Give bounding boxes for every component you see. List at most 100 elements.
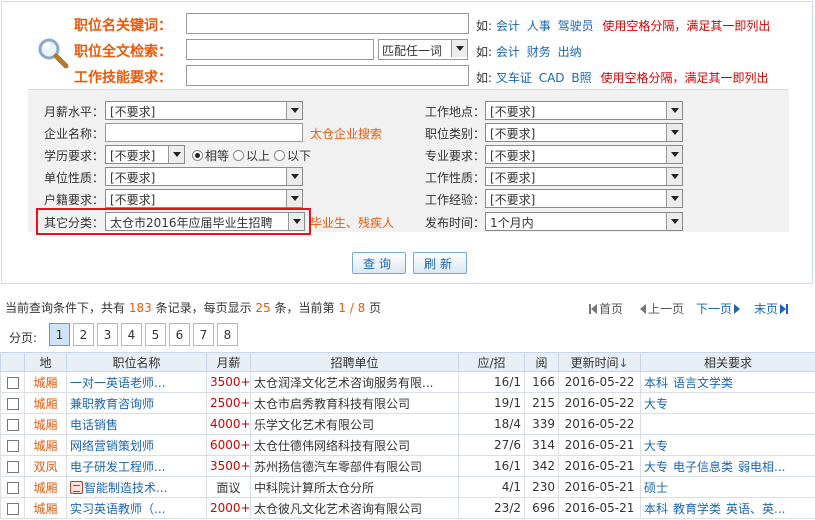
skill-example-2[interactable]: CAD <box>539 71 565 85</box>
page-button-6[interactable]: 6 <box>169 323 190 346</box>
requirement-tag[interactable]: 弱电相... <box>738 460 785 474</box>
row-checkbox[interactable] <box>6 502 19 515</box>
row-checkbox[interactable] <box>6 397 19 410</box>
radio-equal[interactable] <box>192 150 203 161</box>
last-page-link[interactable]: 末页 <box>754 300 789 317</box>
unit-select[interactable]: [不要求] <box>105 167 303 186</box>
requirement-tag[interactable]: 大专 <box>644 460 668 474</box>
row-select-cell <box>0 434 25 456</box>
match-mode-select[interactable]: 匹配任一词 <box>378 39 468 60</box>
next-page-link[interactable]: 下一页 <box>696 300 741 317</box>
skill-example-3[interactable]: B照 <box>571 71 591 85</box>
row-title-link[interactable]: 智能制造技术... <box>84 481 167 495</box>
requirement-tag[interactable]: 语言文学类 <box>673 376 733 390</box>
header-views[interactable]: 阅 <box>524 352 559 372</box>
keyword-example-2[interactable]: 人事 <box>527 19 551 33</box>
row-company[interactable]: 苏州扬信德汽车零部件有限公司 <box>250 455 459 477</box>
company-search-link[interactable]: 太仓企业搜索 <box>310 125 382 142</box>
row-company[interactable]: 乐学文化艺术有限公司 <box>250 413 459 435</box>
row-ratio: 27/6 <box>458 434 525 456</box>
radio-above[interactable] <box>233 150 245 161</box>
hukou-select[interactable]: [不要求] <box>105 189 303 208</box>
fulltext-example-2[interactable]: 财务 <box>527 45 551 59</box>
page-button-5[interactable]: 5 <box>145 323 166 346</box>
experience-select[interactable]: [不要求] <box>485 189 683 208</box>
skill-input[interactable] <box>186 65 469 86</box>
radio-below[interactable] <box>274 150 286 161</box>
major-select[interactable]: [不要求] <box>485 145 683 164</box>
row-ratio: 18/4 <box>458 413 525 435</box>
first-page-link[interactable]: 首页 <box>589 300 623 317</box>
page-button-3[interactable]: 3 <box>97 323 118 346</box>
page-button-1[interactable]: 1 <box>49 323 70 346</box>
header-company[interactable]: 招聘单位 <box>250 352 459 372</box>
keyword-example-3[interactable]: 驾驶员 <box>558 19 594 33</box>
row-checkbox[interactable] <box>6 418 19 431</box>
row-checkbox[interactable] <box>6 439 19 452</box>
keyword-example-1[interactable]: 会计 <box>496 19 520 33</box>
hint-prefix: 如: <box>476 71 493 85</box>
row-salary: 2500+ <box>206 392 251 414</box>
page-button-4[interactable]: 4 <box>121 323 142 346</box>
job-category-select[interactable]: [不要求] <box>485 123 683 142</box>
salary-select[interactable]: [不要求] <box>105 101 303 120</box>
row-title-link[interactable]: 一对一英语老师... <box>70 376 165 390</box>
row-company[interactable]: 太仓市启秀教育科技有限公司 <box>250 392 459 414</box>
query-button[interactable]: 查询 <box>352 252 406 274</box>
fulltext-example-1[interactable]: 会计 <box>496 45 520 59</box>
fulltext-input[interactable] <box>186 39 374 60</box>
header-select <box>0 352 25 372</box>
row-title-link[interactable]: 网络营销策划师 <box>70 439 154 453</box>
row-title-link[interactable]: 电子研发工程师... <box>70 460 165 474</box>
row-title-link[interactable]: 兼职教育咨询师 <box>70 397 154 411</box>
company-input[interactable] <box>105 123 303 142</box>
chevron-down-icon <box>286 102 302 119</box>
chevron-down-icon <box>666 213 682 230</box>
row-checkbox[interactable] <box>6 376 19 389</box>
row-requirements: 大专 电子信息类 弱电相... <box>640 455 815 477</box>
header-date-label: 更新时间 <box>570 355 619 370</box>
fulltext-example-3[interactable]: 出纳 <box>558 45 582 59</box>
header-ratio[interactable]: 应/招 <box>458 352 525 372</box>
row-date: 2016-05-21 <box>558 455 641 477</box>
row-company[interactable]: 太仓彼凡文化艺术咨询有限公司 <box>250 497 459 519</box>
next-page-icon <box>734 303 741 314</box>
requirement-tag[interactable]: 大专 <box>644 397 668 411</box>
page-button-7[interactable]: 7 <box>193 323 214 346</box>
education-select[interactable]: [不要求] <box>105 145 185 164</box>
radio-above-label: 以上 <box>246 149 271 163</box>
requirement-tag[interactable]: 本科 <box>644 376 668 390</box>
row-date: 2016-05-22 <box>558 392 641 414</box>
page-button-2[interactable]: 2 <box>73 323 94 346</box>
row-company[interactable]: 中科院计算所太仓分所 <box>250 476 459 498</box>
row-company[interactable]: 太仓润泽文化艺术咨询服务有限... <box>250 371 459 393</box>
reset-button[interactable]: 刷新 <box>413 252 467 274</box>
row-checkbox[interactable] <box>6 481 19 494</box>
page-button-8[interactable]: 8 <box>217 323 238 346</box>
keyword-input[interactable] <box>186 13 469 34</box>
publish-time-select[interactable]: 1个月内 <box>485 212 683 231</box>
requirement-tag[interactable]: 大专 <box>644 439 668 453</box>
keyword-label: 职位名关键词： <box>74 18 172 34</box>
header-salary[interactable]: 月薪 <box>206 352 251 372</box>
requirement-tag[interactable]: 英语、英... <box>726 502 785 516</box>
pagination-label: 分页: <box>9 331 38 345</box>
job-type-select[interactable]: [不要求] <box>485 167 683 186</box>
prev-page-link[interactable]: 上一页 <box>640 300 684 317</box>
row-location: 城厢 <box>24 392 67 414</box>
requirement-tag[interactable]: 电子信息类 <box>673 460 733 474</box>
requirement-tag[interactable]: 本科 <box>644 502 668 516</box>
requirement-tag[interactable]: 教育学类 <box>673 502 721 516</box>
requirement-tag[interactable]: 硕士 <box>644 481 668 495</box>
row-checkbox[interactable] <box>6 460 19 473</box>
row-title-link[interactable]: 实习英语教师（... <box>70 502 165 516</box>
header-title[interactable]: 职位名称 <box>66 352 207 372</box>
row-company[interactable]: 太仓仕德伟网络科技有限公司 <box>250 434 459 456</box>
location-select[interactable]: [不要求] <box>485 101 683 120</box>
row-title-link[interactable]: 电话销售 <box>70 418 118 432</box>
row-views: 314 <box>524 434 559 456</box>
table-row: 城厢 一对一英语老师... 3500+ 太仓润泽文化艺术咨询服务有限... 16/1 16… <box>0 371 815 393</box>
location-value: [不要求] <box>490 105 536 119</box>
header-date[interactable]: 更新时间↓ <box>558 352 641 372</box>
skill-example-1[interactable]: 叉车证 <box>496 71 532 85</box>
